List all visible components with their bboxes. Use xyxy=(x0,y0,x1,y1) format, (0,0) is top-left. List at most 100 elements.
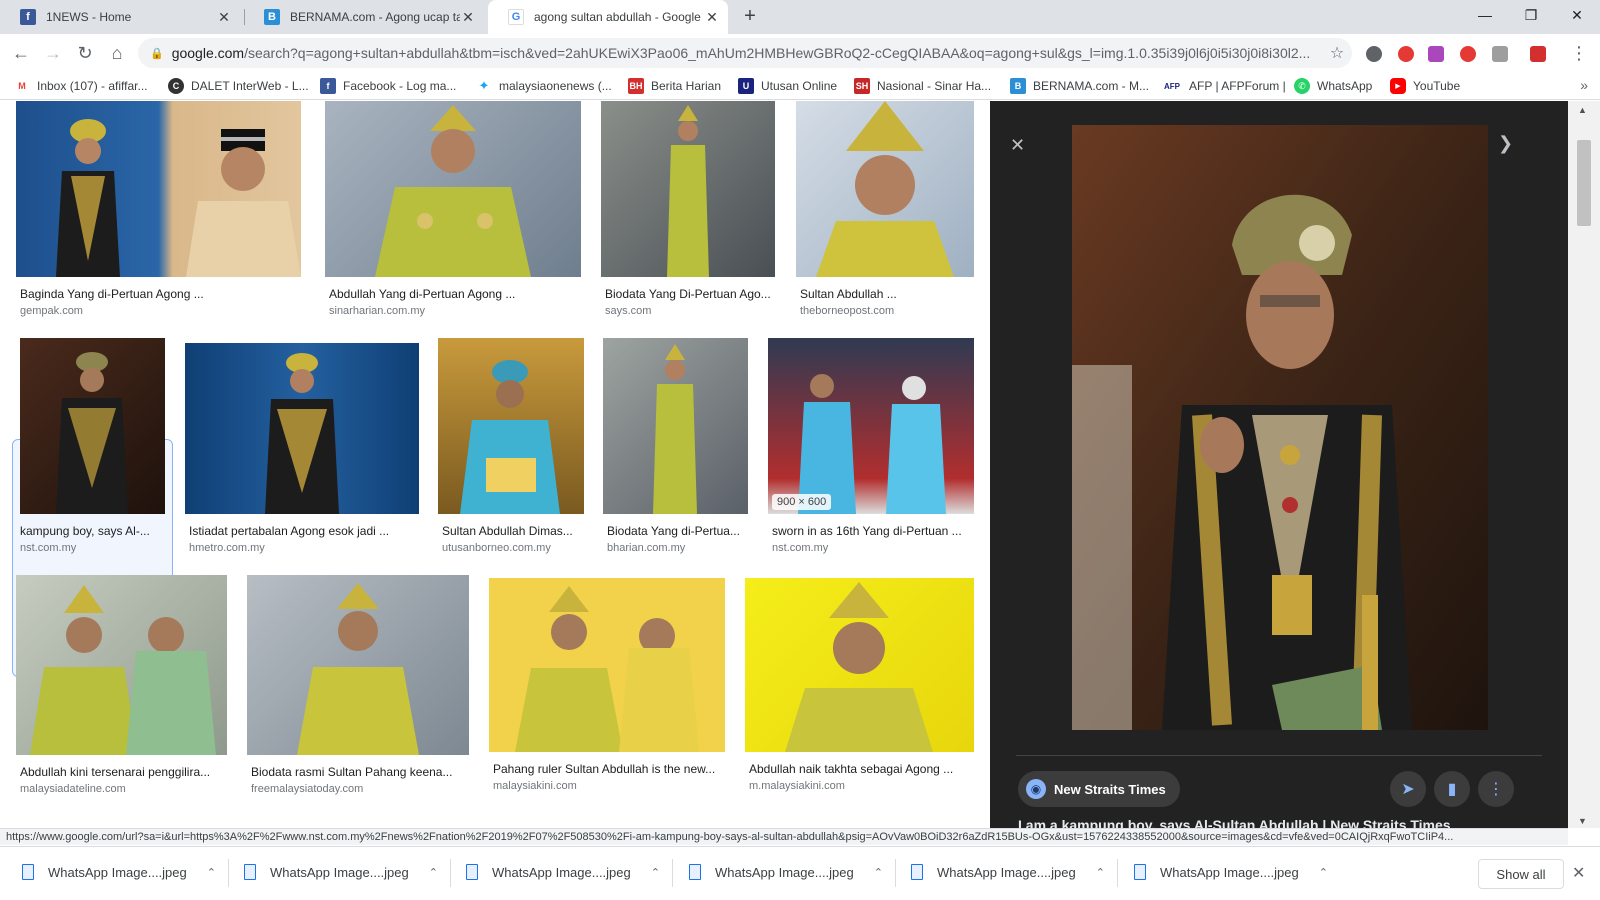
result-caption: Abdullah naik takhta sebagai Agong ... xyxy=(749,762,954,776)
chevron-up-icon[interactable]: ⌃ xyxy=(1319,866,1328,879)
image-result[interactable]: Istiadat pertabalan Agong esok jadi ... … xyxy=(185,343,419,560)
bookmarks-overflow-icon[interactable]: » xyxy=(1580,77,1588,93)
download-item[interactable]: WhatsApp Image....jpeg ⌃ xyxy=(466,857,660,887)
restore-button[interactable]: ❐ xyxy=(1508,0,1554,30)
divider xyxy=(672,859,673,887)
chevron-up-icon[interactable]: ⌃ xyxy=(651,866,660,879)
scroll-up-icon[interactable]: ▲ xyxy=(1578,105,1587,115)
status-url-bar: https://www.google.com/url?sa=i&url=http… xyxy=(0,828,1568,845)
close-window-button[interactable]: ✕ xyxy=(1554,0,1600,30)
bookmark-gmail[interactable]: M Inbox (107) - afiffar... xyxy=(14,78,148,94)
berita-harian-icon: BH xyxy=(628,78,644,94)
close-icon[interactable]: ✕ xyxy=(704,9,720,26)
result-caption: kampung boy, says Al-... xyxy=(20,524,150,538)
chevron-up-icon[interactable]: ⌃ xyxy=(207,866,216,879)
download-shelf: WhatsApp Image....jpeg ⌃ WhatsApp Image..… xyxy=(0,846,1600,900)
result-thumbnail xyxy=(489,578,725,752)
result-source: theborneopost.com xyxy=(800,305,895,317)
download-item[interactable]: WhatsApp Image....jpeg ⌃ xyxy=(689,857,883,887)
minimize-button[interactable]: — xyxy=(1462,0,1508,30)
image-result[interactable]: 900 × 600 sworn in as 16th Yang di-Pertu… xyxy=(768,338,974,560)
image-result[interactable]: Biodata Yang di-Pertua... bharian.com.my xyxy=(603,338,749,560)
bookmark-facebook[interactable]: f Facebook - Log ma... xyxy=(320,78,456,94)
extension-d-icon[interactable] xyxy=(1428,46,1444,62)
image-result[interactable]: Sultan Abdullah ... theborneopost.com xyxy=(796,101,974,321)
shield-icon[interactable] xyxy=(1492,46,1508,62)
scrollbar-thumb[interactable] xyxy=(1577,140,1591,226)
extension-dash-icon[interactable] xyxy=(1530,46,1546,62)
save-bookmark-button[interactable]: ▮ xyxy=(1434,771,1470,807)
bookmark-whatsapp[interactable]: ✆ WhatsApp xyxy=(1294,78,1372,94)
source-chip[interactable]: ◉ New Straits Times xyxy=(1018,771,1180,807)
forward-button[interactable]: → xyxy=(40,40,66,66)
tab-1news[interactable]: f 1NEWS - Home ✕ xyxy=(0,0,240,34)
extension-icon[interactable] xyxy=(1366,46,1382,62)
image-result-selected[interactable]: kampung boy, says Al-... nst.com.my xyxy=(16,338,166,560)
download-item[interactable]: WhatsApp Image....jpeg ⌃ xyxy=(22,857,216,887)
download-item[interactable]: WhatsApp Image....jpeg ⌃ xyxy=(244,857,438,887)
bookmark-dalet[interactable]: C DALET InterWeb - L... xyxy=(168,78,309,94)
file-icon xyxy=(1134,864,1146,880)
image-result[interactable]: Abdullah kini tersenarai penggilira... m… xyxy=(16,575,228,797)
image-result[interactable]: Sultan Abdullah Dimas... utusanborneo.co… xyxy=(438,338,584,560)
chevron-right-icon[interactable]: ❯ xyxy=(1498,133,1513,154)
download-item[interactable]: WhatsApp Image....jpeg ⌃ xyxy=(1134,857,1328,887)
result-source: bharian.com.my xyxy=(607,542,686,554)
result-caption: Sultan Abdullah Dimas... xyxy=(442,524,573,538)
result-thumbnail xyxy=(796,101,974,277)
tab-bernama[interactable]: B BERNAMA.com - Agong ucap tal ✕ xyxy=(244,0,484,34)
menu-kebab-icon[interactable]: ⋮ xyxy=(1566,40,1592,66)
image-result[interactable]: Biodata rasmi Sultan Pahang keena... fre… xyxy=(247,575,469,797)
result-source: gempak.com xyxy=(20,305,83,317)
image-result[interactable]: Pahang ruler Sultan Abdullah is the new.… xyxy=(489,578,725,797)
chevron-up-icon[interactable]: ⌃ xyxy=(429,866,438,879)
result-thumbnail: 900 × 600 xyxy=(768,338,974,514)
close-icon[interactable]: ✕ xyxy=(216,9,232,26)
utusan-icon: U xyxy=(738,78,754,94)
scroll-down-icon[interactable]: ▼ xyxy=(1578,816,1587,826)
home-button[interactable]: ⌂ xyxy=(104,40,130,66)
bookmark-sinar-harian[interactable]: SH Nasional - Sinar Ha... xyxy=(854,78,991,94)
share-button[interactable]: ➤ xyxy=(1390,771,1426,807)
bookmark-twitter[interactable]: ✦ malaysiaonenews (... xyxy=(476,78,612,94)
image-preview-panel: ✕ ❮ ❯ xyxy=(990,101,1568,829)
result-source: says.com xyxy=(605,305,652,317)
extension-red-icon[interactable] xyxy=(1460,46,1476,62)
image-result[interactable]: Biodata Yang Di-Pertuan Ago... says.com xyxy=(601,101,777,321)
image-result[interactable]: Abdullah naik takhta sebagai Agong ... m… xyxy=(745,578,974,797)
result-source: malaysiadateline.com xyxy=(20,783,126,795)
bookmark-star-icon[interactable]: ☆ xyxy=(1322,43,1352,63)
preview-image[interactable] xyxy=(1072,125,1488,730)
tab-strip: f 1NEWS - Home ✕ B BERNAMA.com - Agong u… xyxy=(0,0,1600,34)
download-item[interactable]: WhatsApp Image....jpeg ⌃ xyxy=(911,857,1105,887)
dalet-icon: C xyxy=(168,78,184,94)
close-icon[interactable]: ✕ xyxy=(460,9,476,26)
tab-title: agong sultan abdullah - Google xyxy=(534,10,701,24)
bookmark-berita-harian[interactable]: BH Berita Harian xyxy=(628,78,721,94)
chevron-up-icon[interactable]: ⌃ xyxy=(874,866,883,879)
back-button[interactable]: ← xyxy=(8,40,34,66)
show-all-downloads-button[interactable]: Show all xyxy=(1478,859,1564,889)
tab-google-images[interactable]: G agong sultan abdullah - Google ✕ xyxy=(488,0,728,34)
file-icon xyxy=(244,864,256,880)
close-icon[interactable]: ✕ xyxy=(1010,135,1025,156)
vertical-scrollbar[interactable]: ▲ ▼ xyxy=(1568,101,1600,828)
bookmark-youtube[interactable]: ▶ YouTube xyxy=(1390,78,1460,94)
address-bar[interactable]: 🔒 google.com/search?q=agong+sultan+abdul… xyxy=(138,38,1352,68)
result-caption: Biodata Yang di-Pertua... xyxy=(607,524,740,538)
image-result[interactable]: Abdullah Yang di-Pertuan Agong ... sinar… xyxy=(325,101,581,321)
result-source: utusanborneo.com.my xyxy=(442,542,551,554)
bookmark-bernama[interactable]: B BERNAMA.com - M... xyxy=(1010,78,1149,94)
close-icon[interactable]: ✕ xyxy=(1572,863,1585,883)
chevron-up-icon[interactable]: ⌃ xyxy=(1096,866,1105,879)
result-source: sinarharian.com.my xyxy=(329,305,425,317)
bookmark-utusan[interactable]: U Utusan Online xyxy=(738,78,837,94)
more-options-button[interactable]: ⋮ xyxy=(1478,771,1514,807)
adblock-icon[interactable] xyxy=(1398,46,1414,62)
image-result[interactable]: Baginda Yang di-Pertuan Agong ... gempak… xyxy=(16,101,305,321)
result-thumbnail xyxy=(16,575,227,755)
new-tab-button[interactable]: + xyxy=(738,5,762,29)
bookmarks-bar: M Inbox (107) - afiffar... C DALET InterWe… xyxy=(0,72,1600,100)
bookmark-afp[interactable]: AFP AFP | AFPForum | xyxy=(1162,78,1286,94)
reload-button[interactable]: ↻ xyxy=(72,40,98,66)
